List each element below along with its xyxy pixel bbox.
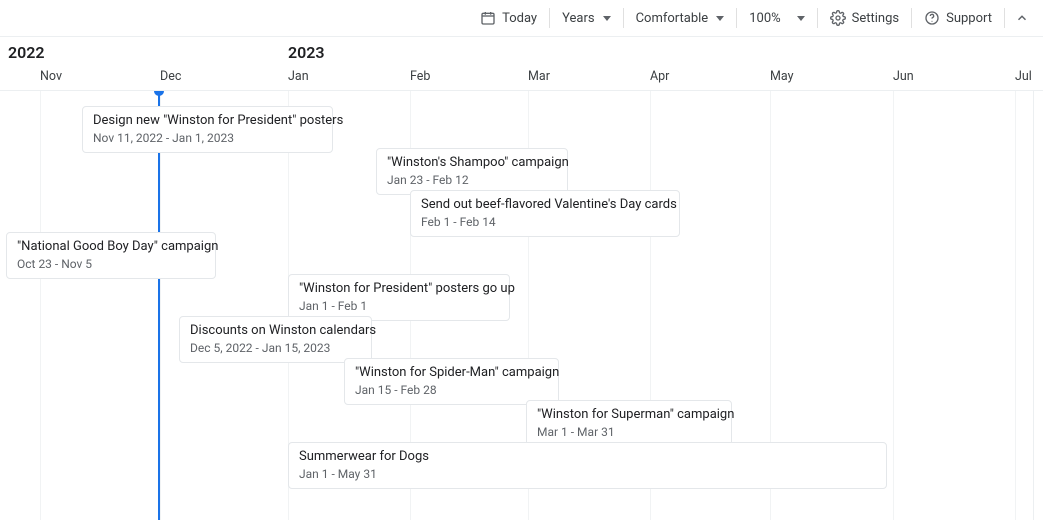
event-title: "Winston for President" posters go up [299,280,499,298]
month-label: Nov [40,69,62,84]
year-label: 2023 [288,43,325,62]
event-title: "Winston for Spider-Man" campaign [355,364,548,382]
event-title: "Winston's Shampoo" campaign [387,154,557,172]
event-dates: Mar 1 - Mar 31 [537,424,721,440]
separator [623,8,624,28]
event-title: Design new "Winston for President" poste… [93,112,322,130]
calendar-icon [480,10,496,26]
event-dates: Jan 23 - Feb 12 [387,172,557,188]
event-title: Send out beef-flavored Valentine's Day c… [421,196,669,214]
right-gutter [1033,91,1043,520]
year-label: 2022 [8,43,45,62]
timeline-header: 2022 2023 Nov Dec Jan Feb Mar Jun Apr May Jul [0,36,1043,91]
event-title: "Winston for Superman" campaign [537,406,721,424]
today-button[interactable]: Today [470,4,547,32]
chevron-down-icon [716,16,724,21]
toolbar: Today Years Comfortable 100% Settings [0,0,1043,36]
event-title: Discounts on Winston calendars [190,322,361,340]
scale-dropdown[interactable]: Years [552,4,620,32]
timeline-event-posters-go-up[interactable]: "Winston for President" posters go upJan… [288,274,510,321]
timeline-event-design-posters[interactable]: Design new "Winston for President" poste… [82,106,333,153]
month-label: Apr [650,69,669,84]
month-label: Jun [893,69,914,84]
timeline-event-spider-man[interactable]: "Winston for Spider-Man" campaignJan 15 … [344,358,559,405]
month-label: Dec [160,69,181,84]
separator [549,8,550,28]
density-dropdown[interactable]: Comfortable [626,4,735,32]
month-label: Feb [410,69,430,84]
event-dates: Nov 11, 2022 - Jan 1, 2023 [93,130,322,146]
timeline-chart[interactable]: Design new "Winston for President" poste… [0,91,1043,520]
event-dates: Jan 1 - May 31 [299,466,876,482]
chevron-down-icon [603,16,611,21]
event-dates: Feb 1 - Feb 14 [421,214,669,230]
timeline-event-shampoo[interactable]: "Winston's Shampoo" campaignJan 23 - Feb… [376,148,568,195]
event-title: Summerwear for Dogs [299,448,876,466]
today-label: Today [502,11,537,26]
support-button[interactable]: Support [914,4,1002,32]
chevron-down-icon [797,16,805,21]
zoom-dropdown[interactable]: 100% [739,4,814,32]
scale-label: Years [562,11,594,26]
settings-button[interactable]: Settings [820,4,909,32]
today-marker [154,91,164,96]
support-label: Support [946,11,992,26]
timeline-event-valentine[interactable]: Send out beef-flavored Valentine's Day c… [410,190,680,237]
separator [817,8,818,28]
zoom-label: 100% [749,11,780,26]
month-label: May [770,69,794,84]
timeline-event-good-boy[interactable]: "National Good Boy Day" campaignOct 23 -… [6,232,216,279]
separator [911,8,912,28]
gridline [893,91,894,520]
help-icon [924,10,940,26]
separator [1004,8,1005,28]
timeline-event-superman[interactable]: "Winston for Superman" campaignMar 1 - M… [526,400,732,447]
gear-icon [830,10,846,26]
separator [736,8,737,28]
event-dates: Oct 23 - Nov 5 [17,256,205,272]
month-label: Jan [288,69,309,84]
timeline-event-calendars[interactable]: Discounts on Winston calendarsDec 5, 202… [179,316,372,363]
collapse-button[interactable] [1007,4,1037,32]
month-label: Mar [528,69,550,84]
gridline [40,91,41,520]
event-title: "National Good Boy Day" campaign [17,238,205,256]
chevron-up-icon [1015,11,1029,25]
month-label: Jul [1015,69,1032,84]
density-label: Comfortable [636,11,709,26]
gridline [1015,91,1016,520]
event-dates: Jan 15 - Feb 28 [355,382,548,398]
settings-label: Settings [852,11,899,26]
event-dates: Jan 1 - Feb 1 [299,298,499,314]
gridline [160,91,161,520]
event-dates: Dec 5, 2022 - Jan 15, 2023 [190,340,361,356]
today-line [158,91,160,520]
timeline-event-summerwear[interactable]: Summerwear for DogsJan 1 - May 31 [288,442,887,489]
